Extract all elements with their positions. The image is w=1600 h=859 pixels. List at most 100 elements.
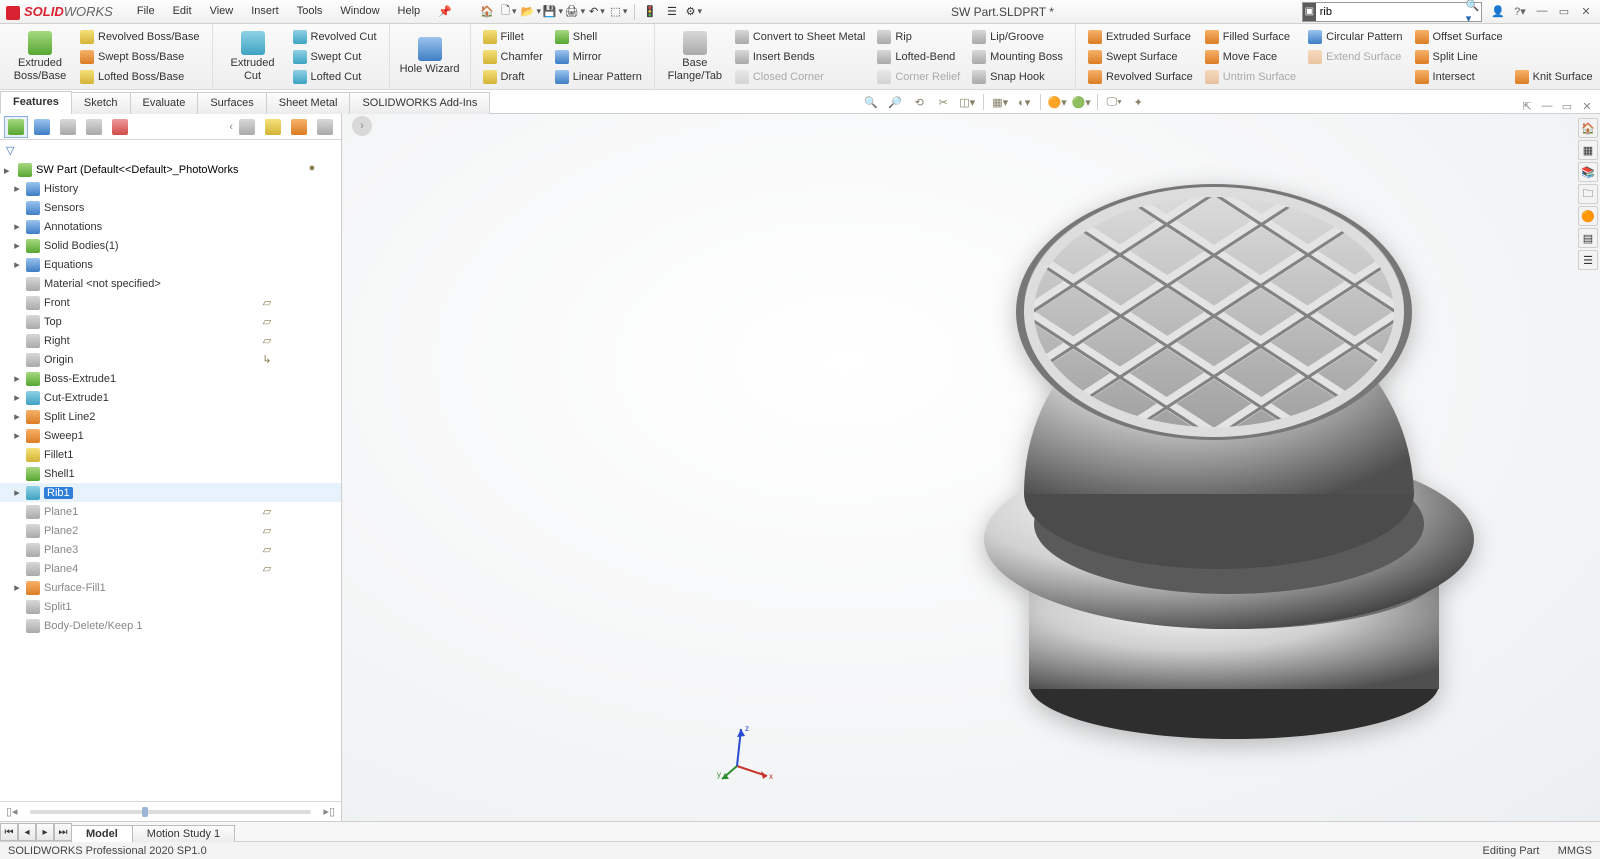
btab-last-icon[interactable]: ⏭ bbox=[54, 823, 72, 841]
revolved-cut-button[interactable]: Revolved Cut bbox=[289, 28, 381, 46]
bottom-tab-motion[interactable]: Motion Study 1 bbox=[132, 825, 235, 842]
rip-button[interactable]: Rip bbox=[873, 28, 964, 46]
file-explorer-icon[interactable]: 🗀 bbox=[1578, 184, 1598, 204]
filled-surface-button[interactable]: Filled Surface bbox=[1201, 28, 1300, 46]
tree-item[interactable]: Plane3▱ bbox=[0, 540, 341, 559]
fillet-button[interactable]: Fillet bbox=[479, 28, 547, 46]
user-icon[interactable]: 👤 bbox=[1490, 5, 1506, 18]
appearances-pane-icon[interactable]: ▤ bbox=[1578, 228, 1598, 248]
resources-pane-icon[interactable]: ▦ bbox=[1578, 140, 1598, 160]
tree-display-indicator-icon[interactable]: ▱ bbox=[258, 503, 276, 521]
tree-item[interactable]: ▸Sweep1 bbox=[0, 426, 341, 445]
lofted-bend-button[interactable]: Lofted-Bend bbox=[873, 48, 964, 66]
search-scope-icon[interactable]: ▣ bbox=[1303, 3, 1316, 21]
select-icon[interactable]: ⬚ bbox=[610, 3, 628, 21]
menu-pin-icon[interactable]: 📌 bbox=[430, 2, 460, 21]
status-units[interactable]: MMGS bbox=[1558, 845, 1592, 857]
gv-max-icon[interactable]: ▭ bbox=[1560, 100, 1574, 113]
help-icon[interactable]: ?▾ bbox=[1512, 5, 1528, 18]
revolved-boss-button[interactable]: Revolved Boss/Base bbox=[76, 28, 204, 46]
tree-item[interactable]: Split1 bbox=[0, 597, 341, 616]
snap-hook-button[interactable]: Snap Hook bbox=[968, 68, 1067, 86]
restore-icon[interactable]: ▭ bbox=[1556, 5, 1572, 18]
caret-icon[interactable]: ▸ bbox=[12, 182, 22, 195]
caret-icon[interactable]: ▸ bbox=[12, 239, 22, 252]
rollback-slider[interactable] bbox=[30, 810, 312, 814]
knit-surface-button[interactable]: Knit Surface bbox=[1511, 68, 1597, 86]
tree-item[interactable]: Fillet1 bbox=[0, 445, 341, 464]
tree-item[interactable]: ▸Surface-Fill1 bbox=[0, 578, 341, 597]
menu-tools[interactable]: Tools bbox=[289, 2, 331, 21]
convert-sheetmetal-button[interactable]: Convert to Sheet Metal bbox=[731, 28, 870, 46]
caret-icon[interactable]: ▸ bbox=[12, 486, 22, 499]
tree-display-indicator-icon[interactable]: ▱ bbox=[258, 313, 276, 331]
menu-file[interactable]: File bbox=[129, 2, 163, 21]
open-icon[interactable]: 📂 bbox=[522, 3, 540, 21]
save-icon[interactable]: 💾 bbox=[544, 3, 562, 21]
filter-icon[interactable]: ▽ bbox=[6, 144, 14, 157]
caret-icon[interactable]: ▸ bbox=[12, 258, 22, 271]
flyout-collapse[interactable]: › bbox=[352, 116, 372, 136]
btab-next-icon[interactable]: ▸ bbox=[36, 823, 54, 841]
caret-icon[interactable]: ▸ bbox=[12, 410, 22, 423]
apply-scene-icon[interactable]: 🟢▾ bbox=[1071, 92, 1091, 112]
lofted-boss-button[interactable]: Lofted Boss/Base bbox=[76, 68, 204, 86]
section-view-icon[interactable]: ✂ bbox=[933, 92, 953, 112]
tree-display-indicator-icon[interactable]: ▱ bbox=[258, 541, 276, 559]
print-icon[interactable]: 🖨 bbox=[566, 3, 584, 21]
insert-bends-button[interactable]: Insert Bends bbox=[731, 48, 870, 66]
history-back-icon[interactable]: ‹ bbox=[229, 121, 233, 133]
tree-item[interactable]: Shell1 bbox=[0, 464, 341, 483]
tree-display-indicator-icon[interactable]: ↳ bbox=[258, 351, 276, 369]
tree-item[interactable]: ▸Annotations bbox=[0, 217, 341, 236]
tree-item[interactable]: Sensors bbox=[0, 198, 341, 217]
panel-opt2[interactable] bbox=[261, 116, 285, 138]
search-icon[interactable]: 🔍▾ bbox=[1466, 3, 1481, 21]
shell-button[interactable]: Shell bbox=[551, 28, 646, 46]
tab-features[interactable]: Features bbox=[0, 91, 72, 114]
linear-pattern-button[interactable]: Linear Pattern bbox=[551, 68, 646, 86]
property-manager-tab[interactable] bbox=[30, 116, 54, 138]
rebuild-icon[interactable]: 🚦 bbox=[641, 3, 659, 21]
undo-icon[interactable]: ↶ bbox=[588, 3, 606, 21]
menu-view[interactable]: View bbox=[202, 2, 242, 21]
custom-props-icon[interactable]: ☰ bbox=[1578, 250, 1598, 270]
design-library-icon[interactable]: 📚 bbox=[1578, 162, 1598, 182]
tree-item[interactable]: ▸Boss-Extrude1 bbox=[0, 369, 341, 388]
dimxpert-tab[interactable] bbox=[82, 116, 106, 138]
mirror-button[interactable]: Mirror bbox=[551, 48, 646, 66]
prev-view-icon[interactable]: ⟲ bbox=[909, 92, 929, 112]
extruded-boss-button[interactable]: Extruded Boss/Base bbox=[8, 27, 72, 87]
tree-item[interactable]: ▸Cut-Extrude1 bbox=[0, 388, 341, 407]
settings-icon[interactable]: ⚙ bbox=[685, 3, 703, 21]
mounting-boss-button[interactable]: Mounting Boss bbox=[968, 48, 1067, 66]
configuration-tab[interactable] bbox=[56, 116, 80, 138]
command-search[interactable]: ▣ 🔍▾ bbox=[1302, 2, 1482, 22]
view-orientation-icon[interactable]: ◫▾ bbox=[957, 92, 977, 112]
tab-addins[interactable]: SOLIDWORKS Add-Ins bbox=[349, 92, 490, 114]
tab-sketch[interactable]: Sketch bbox=[71, 92, 131, 114]
tab-evaluate[interactable]: Evaluate bbox=[130, 92, 199, 114]
gv-close-icon[interactable]: ✕ bbox=[1580, 100, 1594, 113]
flyout-handle-icon[interactable]: › bbox=[352, 116, 372, 136]
tree-display-indicator-icon[interactable]: ▱ bbox=[258, 332, 276, 350]
zoom-area-icon[interactable]: 🔎 bbox=[885, 92, 905, 112]
tree-item[interactable]: Right▱ bbox=[0, 331, 341, 350]
new-icon[interactable]: 🗋 bbox=[500, 3, 518, 21]
view-triad[interactable]: x y z bbox=[717, 721, 777, 781]
draft-button[interactable]: Draft bbox=[479, 68, 547, 86]
panel-opt3[interactable] bbox=[287, 116, 311, 138]
graphics-viewport[interactable]: › bbox=[342, 114, 1600, 821]
display-style-icon[interactable]: ▦▾ bbox=[990, 92, 1010, 112]
tree-item[interactable]: Front▱ bbox=[0, 293, 341, 312]
swept-boss-button[interactable]: Swept Boss/Base bbox=[76, 48, 204, 66]
tree-display-indicator-icon[interactable]: ▱ bbox=[258, 294, 276, 312]
btab-prev-icon[interactable]: ◂ bbox=[18, 823, 36, 841]
caret-icon[interactable]: ▸ bbox=[12, 391, 22, 404]
home-icon[interactable]: 🏠 bbox=[478, 3, 496, 21]
circular-pattern-button[interactable]: Circular Pattern bbox=[1304, 28, 1406, 46]
view-palette-icon[interactable]: 🟠 bbox=[1578, 206, 1598, 226]
hide-show-icon[interactable]: ◐▾ bbox=[1014, 92, 1034, 112]
minimize-icon[interactable]: — bbox=[1534, 5, 1550, 18]
extruded-surface-button[interactable]: Extruded Surface bbox=[1084, 28, 1197, 46]
